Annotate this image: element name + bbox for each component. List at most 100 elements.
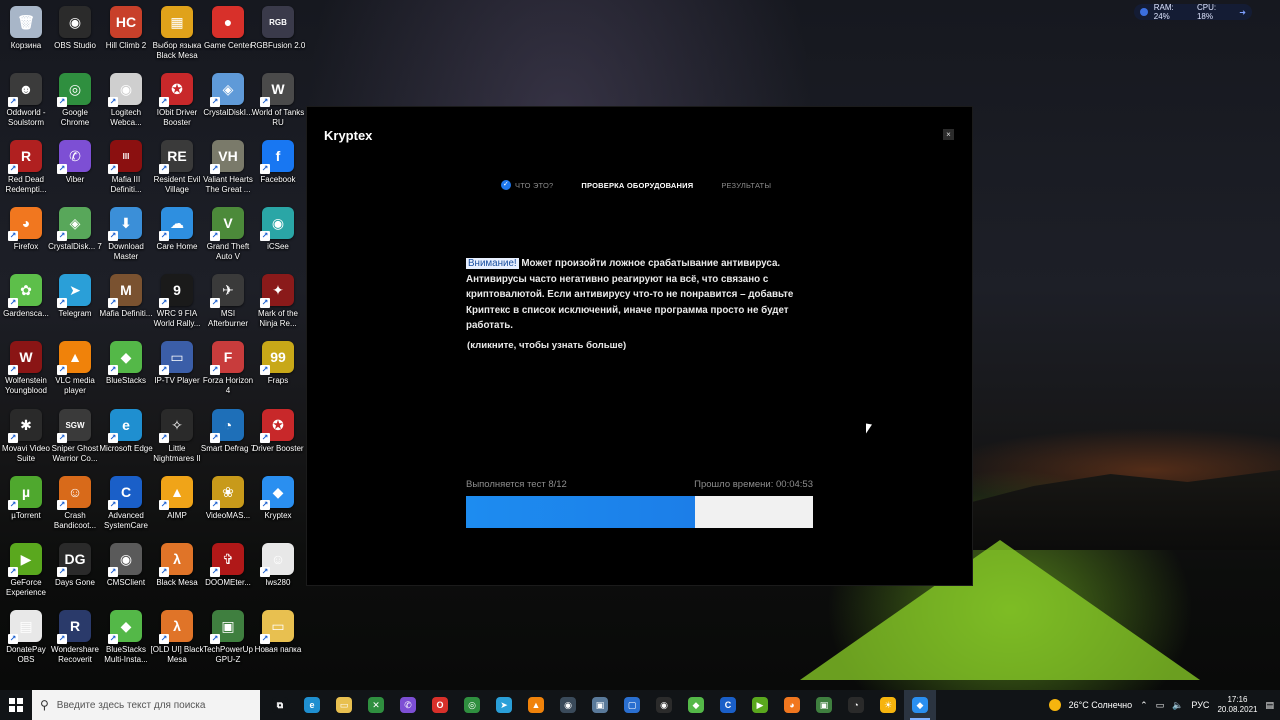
taskbar-viber-button[interactable]: ✆ — [392, 690, 424, 720]
desktop-icon[interactable]: ◈ ↗ CrystalDiskI... — [203, 73, 253, 118]
taskbar-bluestacks-button[interactable]: ◆ — [680, 690, 712, 720]
desktop-icon[interactable]: ☁ ↗ Care Home — [152, 207, 202, 252]
desktop-icon[interactable]: 🗑 Корзина — [1, 6, 51, 51]
taskbar-search[interactable]: ⚲ Введите здесь текст для поиска — [32, 690, 260, 720]
desktop-icon[interactable]: SGW ↗ Sniper Ghost Warrior Co... — [50, 409, 100, 463]
language-indicator[interactable]: РУС — [1191, 700, 1209, 710]
desktop-icon[interactable]: ◕ ↗ Firefox — [1, 207, 51, 252]
step-results[interactable]: РЕЗУЛЬТАТЫ — [721, 180, 771, 190]
desktop-icon[interactable]: R ↗ Wondershare Recoverit — [50, 610, 100, 664]
desktop-icon[interactable]: ▲ ↗ VLC media player — [50, 341, 100, 395]
taskbar-snagit-button[interactable]: ◔ — [840, 690, 872, 720]
desktop-icon[interactable]: ● Game Center — [203, 6, 253, 51]
taskbar-xbox-button[interactable]: ✕ — [360, 690, 392, 720]
weather-text[interactable]: 26°C Солнечно — [1069, 700, 1133, 710]
desktop-icon[interactable]: ✆ ↗ Viber — [50, 140, 100, 185]
taskbar-chrome-button[interactable]: ◎ — [456, 690, 488, 720]
taskbar-obs-button[interactable]: ◉ — [648, 690, 680, 720]
desktop-icon[interactable]: ☺ ↗ Crash Bandicoot... — [50, 476, 100, 530]
desktop-icons: 🗑 Корзина ◉ OBS Studio HC Hill Climb 2 ▦ Выбор … — [0, 0, 305, 690]
desktop-icon[interactable]: M ↗ Mafia Definiti... — [100, 274, 152, 319]
desktop-icon[interactable]: C ↗ Advanced SystemCare — [101, 476, 151, 530]
taskbar-opera-button[interactable]: O — [424, 690, 456, 720]
desktop-icon[interactable]: III ↗ Mafia III Definiti... — [101, 140, 151, 194]
desktop-icon[interactable]: ◈ ↗ CrystalDisk... 7 — [48, 207, 102, 252]
desktop-icon[interactable]: RE ↗ Resident Evil Village — [152, 140, 202, 194]
desktop-icon[interactable]: 9 ↗ WRC 9 FIA World Rally... — [152, 274, 202, 328]
desktop-icon[interactable]: ◆ ↗ BlueStacks Multi-Insta... — [101, 610, 151, 664]
advanced-systemcare-icon: C — [720, 697, 736, 713]
taskbar-kryptex-button[interactable]: ◆ — [904, 690, 936, 720]
desktop-icon[interactable]: ✦ ↗ Mark of the Ninja Re... — [253, 274, 303, 328]
system-monitor-widget[interactable]: RAM: 24% CPU: 18% ➜ — [1134, 3, 1252, 21]
desktop-icon[interactable]: ✪ ↗ Driver Booster — [252, 409, 304, 454]
desktop-icon[interactable]: ◔ ↗ Smart Defrag 7 — [201, 409, 255, 454]
network-icon[interactable]: ▭ — [1156, 700, 1165, 711]
taskbar-task-view-button[interactable]: ⧉ — [264, 690, 296, 720]
chevron-up-icon[interactable]: ⌃ — [1140, 700, 1148, 711]
clock[interactable]: 17:16 20.08.2021 — [1217, 695, 1257, 715]
desktop-icon[interactable]: µ ↗ µTorrent — [1, 476, 51, 521]
desktop-icon[interactable]: ◆ ↗ Kryptex — [253, 476, 303, 521]
taskbar-firefox-button[interactable]: ◕ — [776, 690, 808, 720]
step-hardware-check[interactable]: ПРОВЕРКА ОБОРУДОВАНИЯ — [581, 180, 693, 190]
desktop-icon[interactable]: ▭ ↗ Новая папка — [253, 610, 303, 655]
close-button[interactable]: × — [943, 129, 954, 140]
desktop-icon[interactable]: λ ↗ [OLD UI] Black Mesa — [151, 610, 203, 664]
desktop-icon[interactable]: ▦ Выбор языка Black Mesa — [152, 6, 202, 60]
desktop-icon[interactable]: R ↗ Red Dead Redempti... — [1, 140, 51, 194]
desktop-icon[interactable]: ➤ ↗ Telegram — [50, 274, 100, 319]
taskbar-gpu-z-button[interactable]: ▣ — [808, 690, 840, 720]
desktop-icon[interactable]: ◉ OBS Studio — [50, 6, 100, 51]
desktop-icon[interactable]: RGB RGBFusion 2.0 — [251, 6, 305, 51]
desktop-icon[interactable]: ◎ ↗ Google Chrome — [50, 73, 100, 127]
desktop-icon[interactable]: ✱ ↗ Movavi Video Suite — [1, 409, 51, 463]
desktop-icon[interactable]: W ↗ World of Tanks RU — [252, 73, 304, 127]
desktop-icon[interactable]: 99 ↗ Fraps — [253, 341, 303, 386]
desktop-icon[interactable]: ✧ ↗ Little Nightmares II — [152, 409, 202, 463]
desktop-icon[interactable]: W ↗ Wolfenstein Youngblood — [1, 341, 51, 395]
arrow-right-icon[interactable]: ➜ — [1239, 8, 1246, 17]
taskbar-steam-button[interactable]: ◉ — [552, 690, 584, 720]
desktop-icon[interactable]: ◉ ↗ Logitech Webca... — [101, 73, 151, 127]
desktop-icon[interactable]: ▣ ↗ TechPowerUp GPU-Z — [203, 610, 253, 664]
desktop-icon[interactable]: ▶ ↗ GeForce Experience — [1, 543, 51, 597]
notifications-icon[interactable]: ▤ — [1265, 700, 1274, 711]
desktop-icon[interactable]: DG ↗ Days Gone — [50, 543, 100, 588]
learn-more-link[interactable]: (кликните, чтобы узнать больше) — [467, 340, 626, 351]
desktop-icon[interactable]: ✿ ↗ Gardensca... — [1, 274, 51, 319]
taskbar-window-button[interactable]: ▢ — [616, 690, 648, 720]
desktop-icon[interactable]: λ ↗ Black Mesa — [152, 543, 202, 588]
desktop-icon[interactable]: VH ↗ Valiant Hearts The Great ... — [203, 140, 253, 194]
step-what-is-it[interactable]: ✓ ЧТО ЭТО? — [501, 180, 553, 190]
desktop-icon[interactable]: ▭ ↗ IP-TV Player — [152, 341, 202, 386]
taskbar-vlc-button[interactable]: ▲ — [520, 690, 552, 720]
taskbar-explorer-button[interactable]: ▭ — [328, 690, 360, 720]
desktop-icon[interactable]: ⬇ ↗ Download Master — [101, 207, 151, 261]
taskbar-pc-button[interactable]: ▣ — [584, 690, 616, 720]
taskbar-weather-app-button[interactable]: ☀ — [872, 690, 904, 720]
desktop-icon[interactable]: ✈ ↗ MSI Afterburner — [203, 274, 253, 328]
desktop-icon[interactable]: ▲ ↗ AIMP — [152, 476, 202, 521]
desktop-icon[interactable]: ◉ ↗ iCSee — [253, 207, 303, 252]
desktop-icon[interactable]: f ↗ Facebook — [253, 140, 303, 185]
taskbar-nvidia-button[interactable]: ▶ — [744, 690, 776, 720]
desktop-icon[interactable]: V ↗ Grand Theft Auto V — [203, 207, 253, 261]
desktop-icon[interactable]: F ↗ Forza Horizon 4 — [203, 341, 253, 395]
desktop-icon[interactable]: ❀ ↗ VideoMAS... — [203, 476, 253, 521]
volume-icon[interactable]: 🔈 — [1172, 700, 1183, 711]
desktop-icon[interactable]: HC Hill Climb 2 — [101, 6, 151, 51]
desktop-icon[interactable]: ◉ ↗ CMSClient — [101, 543, 151, 588]
desktop-icon[interactable]: e ↗ Microsoft Edge — [99, 409, 153, 454]
desktop-icon[interactable]: ☺ ↗ lws280 — [253, 543, 303, 588]
taskbar-edge-button[interactable]: e — [296, 690, 328, 720]
taskbar-advanced-systemcare-button[interactable]: C — [712, 690, 744, 720]
desktop-icon[interactable]: ✞ ↗ DOOMEter... — [203, 543, 253, 588]
desktop-icon[interactable]: ◆ ↗ BlueStacks — [101, 341, 151, 386]
desktop-icon[interactable]: ▤ ↗ DonatePay OBS — [1, 610, 51, 664]
desktop-icon[interactable]: ✪ ↗ IObit Driver Booster — [152, 73, 202, 127]
start-button[interactable] — [0, 690, 32, 720]
weather-sun-icon[interactable] — [1048, 699, 1061, 711]
taskbar-telegram-button[interactable]: ➤ — [488, 690, 520, 720]
desktop-icon[interactable]: ☻ ↗ Oddworld - Soulstorm — [1, 73, 51, 127]
